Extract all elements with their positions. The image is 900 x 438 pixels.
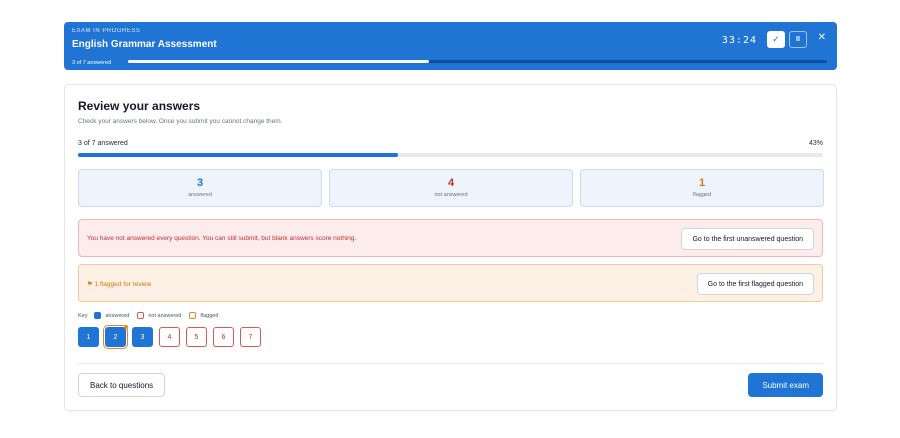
- question-navigator: 1234567: [78, 325, 261, 349]
- close-button[interactable]: ✕: [818, 32, 826, 43]
- key-not-answered-label: not answered: [148, 312, 182, 319]
- key-answered-label: answered: [105, 312, 130, 319]
- unanswered-alert: You have not answered every question. Yo…: [78, 219, 823, 257]
- question-button[interactable]: 1: [78, 327, 99, 347]
- review-subtitle: Check your answers below. Once you submi…: [78, 118, 283, 125]
- key-flagged-swatch: [189, 312, 197, 319]
- pause-button[interactable]: II: [789, 31, 807, 48]
- go-to-first-unanswered-button[interactable]: Go to the first unanswered question: [681, 228, 814, 250]
- review-progress-percent: 43%: [808, 140, 823, 147]
- question-button[interactable]: 2: [103, 325, 128, 349]
- question-button[interactable]: 6: [213, 327, 234, 347]
- stat-flagged: 1 flagged: [580, 169, 824, 207]
- flagged-alert-text-row: ⚑ 1 flagged for review: [87, 280, 151, 288]
- review-progress-fill: [78, 153, 399, 157]
- stat-answered: 3 answered: [78, 169, 322, 207]
- check-icon: ✓: [772, 34, 780, 44]
- review-card: Review your answers Check your answers b…: [64, 84, 837, 411]
- flagged-alert-text: 1 flagged for review: [94, 281, 152, 288]
- question-button[interactable]: 7: [240, 327, 261, 347]
- stat-flagged-value: 1: [698, 177, 706, 189]
- exam-status-eyebrow: EXAM IN PROGRESS: [72, 28, 141, 34]
- key-flagged-label: flagged: [200, 312, 219, 319]
- stat-answered-value: 3: [196, 177, 204, 189]
- finish-check-button[interactable]: ✓: [767, 31, 785, 48]
- key-answered-swatch: [94, 312, 102, 319]
- exam-header: EXAM IN PROGRESS English Grammar Assessm…: [64, 22, 837, 70]
- close-icon: ✕: [817, 32, 826, 43]
- header-progress-label: 3 of 7 answered: [72, 60, 112, 66]
- stat-flagged-label: flagged: [692, 192, 712, 198]
- status-key: Key answered not answered flagged: [78, 312, 218, 319]
- header-progress-fill: [128, 60, 429, 63]
- question-button[interactable]: 3: [132, 327, 153, 347]
- flag-marker-icon: [124, 325, 128, 329]
- footer-divider: [78, 363, 823, 364]
- stat-not-answered-label: not answered: [434, 192, 468, 198]
- exam-timer: 33:24: [721, 35, 757, 46]
- key-label: Key: [78, 312, 88, 319]
- stat-answered-label: answered: [188, 192, 212, 198]
- stat-not-answered: 4 not answered: [329, 169, 573, 207]
- question-button[interactable]: 5: [186, 327, 207, 347]
- header-progress-bar: [128, 60, 827, 63]
- flagged-alert: ⚑ 1 flagged for review Go to the first f…: [78, 264, 823, 302]
- flag-icon: ⚑: [87, 281, 93, 288]
- question-button[interactable]: 4: [159, 327, 180, 347]
- review-progress-bar: [78, 153, 823, 157]
- submit-exam-button[interactable]: Submit exam: [748, 373, 823, 397]
- pause-icon: II: [796, 36, 800, 43]
- review-title: Review your answers: [78, 99, 201, 113]
- unanswered-alert-text: You have not answered every question. Yo…: [87, 235, 357, 242]
- exam-title: English Grammar Assessment: [72, 39, 217, 50]
- back-to-questions-button[interactable]: Back to questions: [78, 373, 166, 397]
- go-to-first-flagged-button[interactable]: Go to the first flagged question: [696, 273, 814, 295]
- key-not-answered-swatch: [137, 312, 145, 319]
- review-progress-label: 3 of 7 answered: [78, 140, 128, 147]
- stat-not-answered-value: 4: [447, 177, 455, 189]
